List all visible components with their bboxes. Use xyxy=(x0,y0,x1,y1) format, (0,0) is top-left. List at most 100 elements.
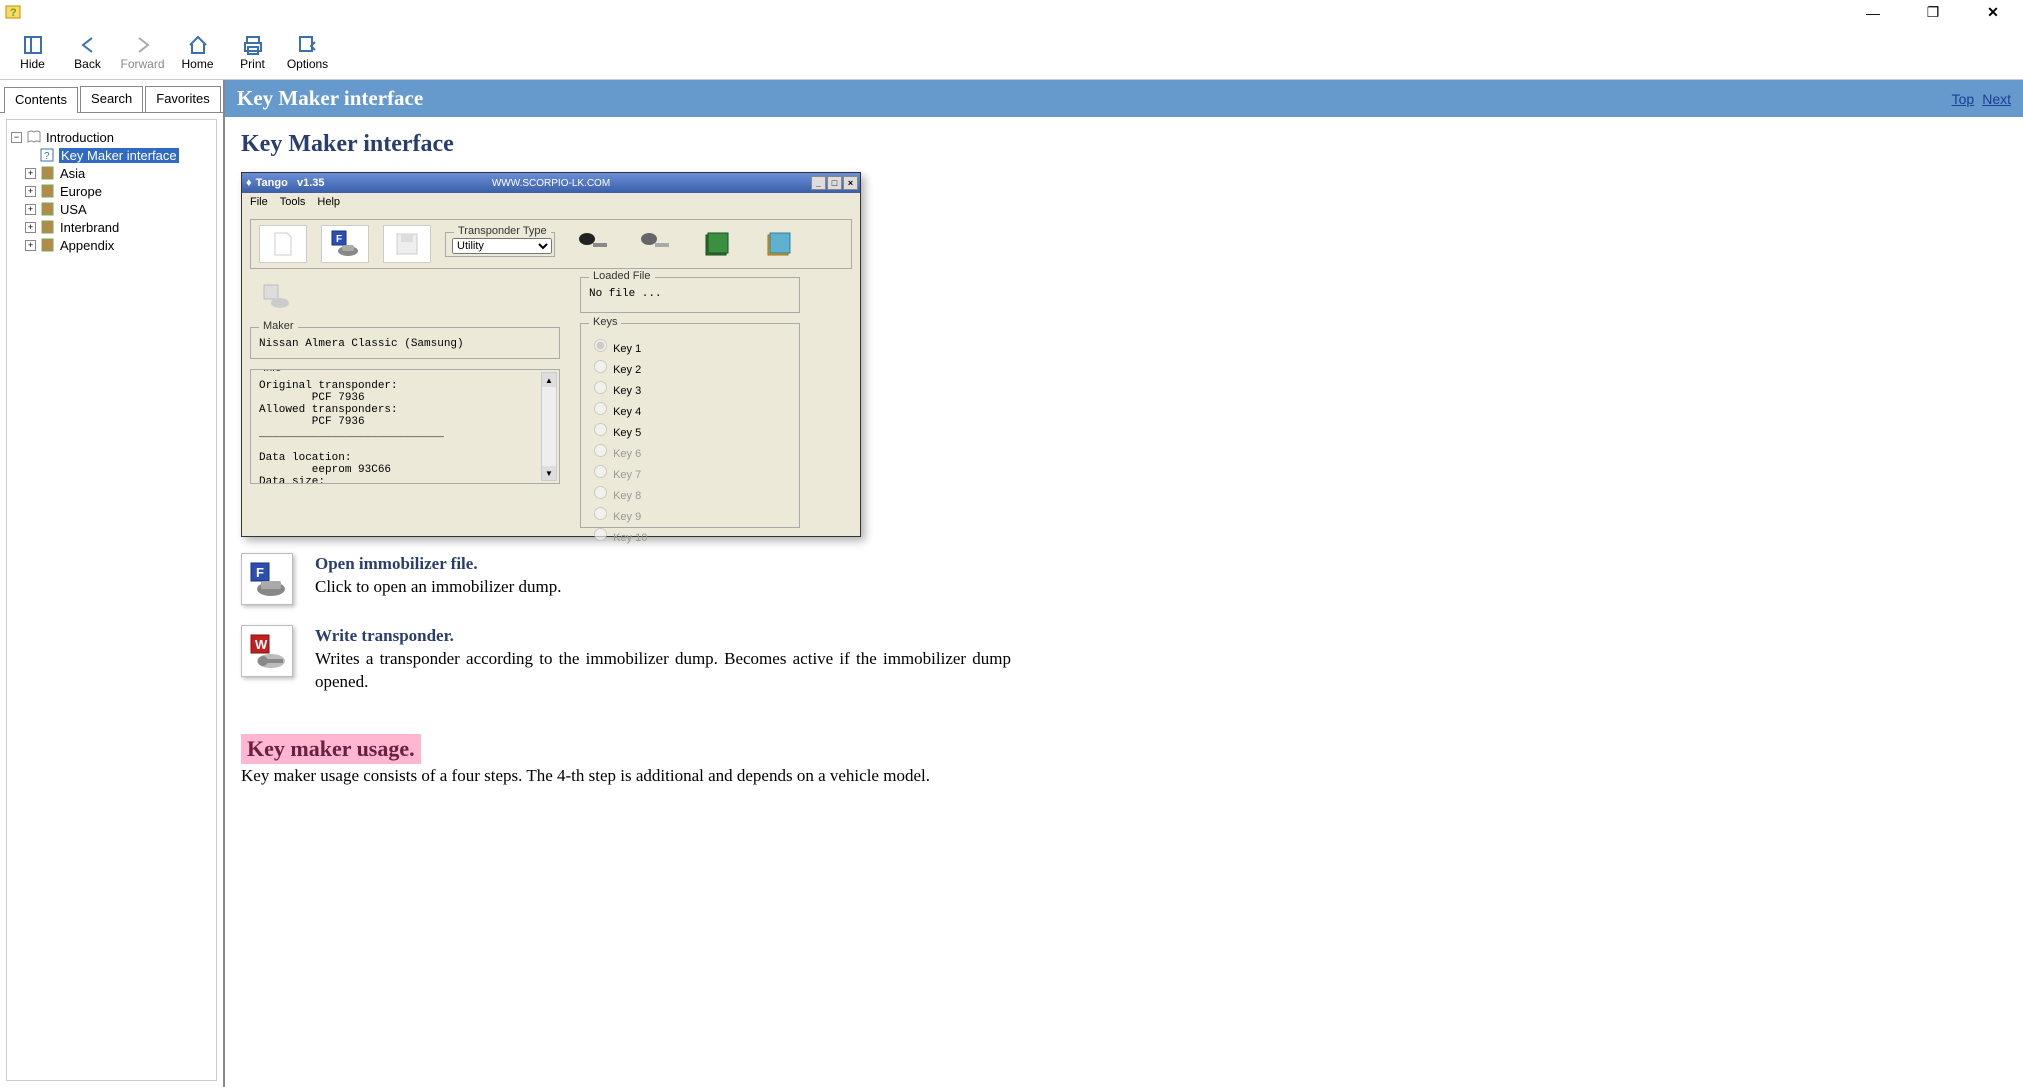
feature-open-immobilizer-icon: F xyxy=(241,553,293,605)
forward-button[interactable]: Forward xyxy=(115,25,170,79)
options-button[interactable]: Options xyxy=(280,25,335,79)
home-button[interactable]: Home xyxy=(170,25,225,79)
tab-contents[interactable]: Contents xyxy=(4,87,78,113)
embedded-save-icon xyxy=(383,225,431,263)
tree-toggle[interactable]: + xyxy=(25,204,36,215)
embedded-file-icon xyxy=(259,225,307,263)
embedded-key-black-icon xyxy=(569,225,617,263)
embedded-app-version: v1.35 xyxy=(297,177,325,189)
tree-toggle[interactable]: + xyxy=(25,186,36,197)
svg-text:?: ? xyxy=(44,151,50,162)
main-toolbar: Hide Back Forward Home Print Options xyxy=(0,25,2023,80)
tree-item-appendix[interactable]: Appendix xyxy=(60,238,114,253)
help-page-icon: ? xyxy=(39,147,55,163)
info-group-label: Info xyxy=(259,369,285,374)
tree-item-interbrand[interactable]: Interbrand xyxy=(60,220,119,235)
embedded-screenshot: ♦ Tango v1.35 WWW.SCORPIO-LK.COM _ □ × F… xyxy=(241,172,861,537)
back-icon xyxy=(77,33,99,57)
tree-item-key-maker-interface[interactable]: Key Maker interface xyxy=(59,148,179,163)
book-closed-icon xyxy=(40,183,56,199)
transponder-type-label: Transponder Type xyxy=(454,225,551,237)
home-icon xyxy=(187,33,209,57)
page-title: Key Maker interface xyxy=(237,86,423,111)
feature-open-text: Click to open an immobilizer dump. xyxy=(315,577,561,596)
window-minimize-button[interactable]: — xyxy=(1843,0,1903,25)
hide-icon xyxy=(22,33,44,57)
embedded-book-green-icon xyxy=(693,225,741,263)
maker-group-label: Maker xyxy=(259,320,298,332)
forward-label: Forward xyxy=(120,57,164,71)
feature-write-title: Write transponder. xyxy=(315,626,454,645)
print-button[interactable]: Print xyxy=(225,25,280,79)
key-option: Key 5 xyxy=(589,420,791,439)
tree-item-introduction[interactable]: Introduction xyxy=(46,130,114,145)
svg-text:?: ? xyxy=(10,7,17,19)
home-label: Home xyxy=(181,57,213,71)
tab-favorites-label: Favorites xyxy=(156,91,209,106)
tab-search-label: Search xyxy=(91,91,132,106)
tree-toggle[interactable]: − xyxy=(11,132,22,143)
tree-item-asia[interactable]: Asia xyxy=(60,166,85,181)
embedded-app-url: WWW.SCORPIO-LK.COM xyxy=(492,178,610,189)
embedded-menu-help: Help xyxy=(317,196,340,208)
hide-label: Hide xyxy=(20,57,45,71)
embedded-toolbar: F Transponder Type Utility xyxy=(250,219,852,269)
key-option: Key 3 xyxy=(589,378,791,397)
tree-toggle[interactable]: + xyxy=(25,168,36,179)
app-icon: ? xyxy=(4,2,22,20)
tab-favorites[interactable]: Favorites xyxy=(145,86,220,112)
feature-write-transponder-icon: W xyxy=(241,625,293,677)
key-option-disabled: Key 9 xyxy=(589,504,791,523)
embedded-key-gray-icon xyxy=(631,225,679,263)
book-open-icon xyxy=(26,129,42,145)
key-option: Key 1 xyxy=(589,336,791,355)
embedded-close-icon: × xyxy=(843,176,858,190)
tree-item-usa[interactable]: USA xyxy=(60,202,87,217)
options-label: Options xyxy=(287,57,328,71)
key-option: Key 4 xyxy=(589,399,791,418)
top-link[interactable]: Top xyxy=(1952,91,1975,107)
book-closed-icon xyxy=(40,165,56,181)
book-closed-icon xyxy=(40,201,56,217)
usage-description: Key maker usage consists of a four steps… xyxy=(241,766,2007,786)
window-maximize-button[interactable]: ❐ xyxy=(1903,0,1963,25)
embedded-minimize-icon: _ xyxy=(811,176,826,190)
hide-button[interactable]: Hide xyxy=(5,25,60,79)
key-option-disabled: Key 7 xyxy=(589,462,791,481)
tab-search[interactable]: Search xyxy=(80,86,143,112)
print-label: Print xyxy=(240,57,265,71)
key-option-disabled: Key 6 xyxy=(589,441,791,460)
svg-text:W: W xyxy=(255,637,268,652)
print-icon xyxy=(242,33,264,57)
tab-contents-label: Contents xyxy=(15,92,67,107)
svg-text:F: F xyxy=(256,565,264,580)
tree-toggle[interactable]: + xyxy=(25,222,36,233)
window-titlebar: ? — ❐ ✕ xyxy=(0,0,2023,25)
contents-tree[interactable]: − Introduction ? Key Maker interface + A… xyxy=(6,119,217,1081)
info-text: Original transponder: PCF 7936 Allowed t… xyxy=(259,380,551,484)
embedded-menubar: File Tools Help xyxy=(242,193,860,211)
back-button[interactable]: Back xyxy=(60,25,115,79)
tree-item-europe[interactable]: Europe xyxy=(60,184,102,199)
maker-value: Nissan Almera Classic (Samsung) xyxy=(259,338,551,350)
tree-toggle[interactable]: + xyxy=(25,240,36,251)
next-link[interactable]: Next xyxy=(1982,91,2011,107)
key-option: Key 2 xyxy=(589,357,791,376)
book-closed-icon xyxy=(40,219,56,235)
usage-heading: Key maker usage. xyxy=(241,734,421,764)
back-label: Back xyxy=(74,57,101,71)
options-icon xyxy=(297,33,319,57)
feature-list: F Open immobilizer file. Click to open a… xyxy=(241,553,1011,694)
key-option-disabled: Key 8 xyxy=(589,483,791,502)
page-header: Key Maker interface Top Next xyxy=(225,80,2023,117)
transponder-type-select: Utility xyxy=(452,238,552,254)
embedded-menu-file: File xyxy=(250,196,268,208)
embedded-maximize-icon: □ xyxy=(827,176,842,190)
content-pane[interactable]: Key Maker interface Top Next Key Maker i… xyxy=(225,80,2023,1087)
keys-group-label: Keys xyxy=(589,316,621,328)
key-option-disabled: Key 10 xyxy=(589,525,791,544)
embedded-menu-tools: Tools xyxy=(280,196,306,208)
window-close-button[interactable]: ✕ xyxy=(1963,0,2023,25)
loaded-file-label: Loaded File xyxy=(589,270,655,282)
forward-icon xyxy=(132,33,154,57)
